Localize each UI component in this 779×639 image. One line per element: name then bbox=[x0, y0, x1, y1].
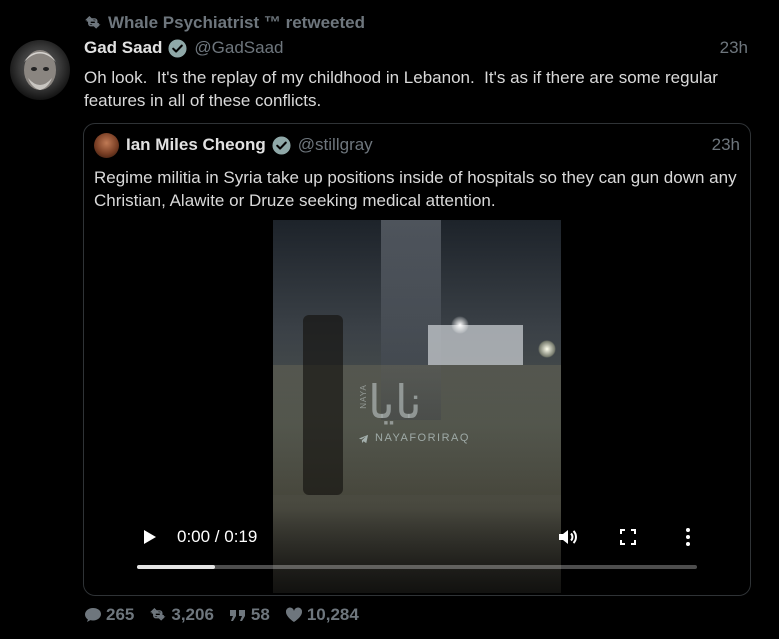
video-watermark-handle: NAYAFORIRAQ bbox=[358, 432, 470, 444]
video-progress-bar[interactable] bbox=[137, 565, 697, 569]
verified-icon bbox=[168, 38, 187, 58]
video-frame-shadow bbox=[303, 315, 343, 495]
telegram-icon bbox=[358, 434, 369, 443]
reply-icon bbox=[85, 608, 101, 622]
quoted-tweet-header: Ian Miles Cheong @stillgray 23h bbox=[94, 132, 740, 158]
heart-icon bbox=[285, 607, 302, 622]
like-count: 10,284 bbox=[306, 605, 359, 624]
avatar[interactable] bbox=[10, 40, 70, 100]
more-options-button[interactable] bbox=[678, 525, 698, 549]
video-watermark-arabic: نايا bbox=[368, 375, 422, 429]
author-name[interactable]: Gad Saad bbox=[84, 38, 162, 58]
verified-icon bbox=[272, 135, 291, 155]
video-time: 0:00 / 0:19 bbox=[177, 527, 258, 546]
tweet-stats: 265 3,206 58 10,284 bbox=[84, 604, 359, 626]
video-frame-light bbox=[451, 316, 469, 334]
play-button[interactable] bbox=[140, 527, 160, 547]
reply-stat[interactable]: 265 bbox=[84, 605, 134, 625]
more-vertical-icon bbox=[686, 528, 690, 546]
video-progress-fill bbox=[137, 565, 216, 569]
retweet-icon bbox=[85, 16, 101, 29]
tweet-text: Oh look. It's the replay of my childhood… bbox=[84, 68, 723, 110]
volume-button[interactable] bbox=[556, 525, 580, 549]
retweet-icon bbox=[150, 607, 166, 621]
video-controls: 0:00 / 0:19 bbox=[84, 509, 750, 595]
volume-icon bbox=[559, 530, 577, 544]
quoted-avatar[interactable] bbox=[94, 132, 119, 158]
video-frame-light bbox=[538, 340, 556, 358]
tweet-time[interactable]: 23h bbox=[720, 38, 748, 58]
quote-stat[interactable]: 58 bbox=[229, 605, 270, 625]
reply-count: 265 bbox=[106, 605, 135, 624]
quoted-author-name[interactable]: Ian Miles Cheong bbox=[126, 135, 266, 155]
fullscreen-icon bbox=[620, 529, 636, 545]
video-frame-structure bbox=[428, 325, 523, 365]
retweet-count: 3,206 bbox=[171, 605, 214, 624]
retweet-stat[interactable]: 3,206 bbox=[149, 605, 214, 625]
quoted-tweet-time[interactable]: 23h bbox=[712, 135, 740, 155]
retweet-indicator: Whale Psychiatrist ™ retweeted bbox=[84, 13, 365, 33]
quote-icon bbox=[229, 610, 245, 621]
tweet-header: Gad Saad @GadSaad 23h bbox=[84, 38, 748, 58]
author-handle[interactable]: @GadSaad bbox=[194, 38, 283, 58]
like-stat[interactable]: 10,284 bbox=[285, 605, 359, 625]
quoted-author-handle[interactable]: @stillgray bbox=[298, 135, 373, 155]
quoted-tweet[interactable]: Ian Miles Cheong @stillgray 23h Regime m… bbox=[83, 123, 751, 596]
video-watermark-side: NAYA bbox=[358, 384, 368, 409]
play-icon bbox=[144, 530, 156, 544]
quote-count: 58 bbox=[250, 605, 270, 624]
fullscreen-button[interactable] bbox=[618, 527, 638, 547]
video-watermark-handle-text: NAYAFORIRAQ bbox=[375, 432, 470, 444]
retweeter-label[interactable]: Whale Psychiatrist ™ retweeted bbox=[108, 13, 365, 33]
quoted-tweet-text: Regime militia in Syria take up position… bbox=[94, 168, 737, 210]
